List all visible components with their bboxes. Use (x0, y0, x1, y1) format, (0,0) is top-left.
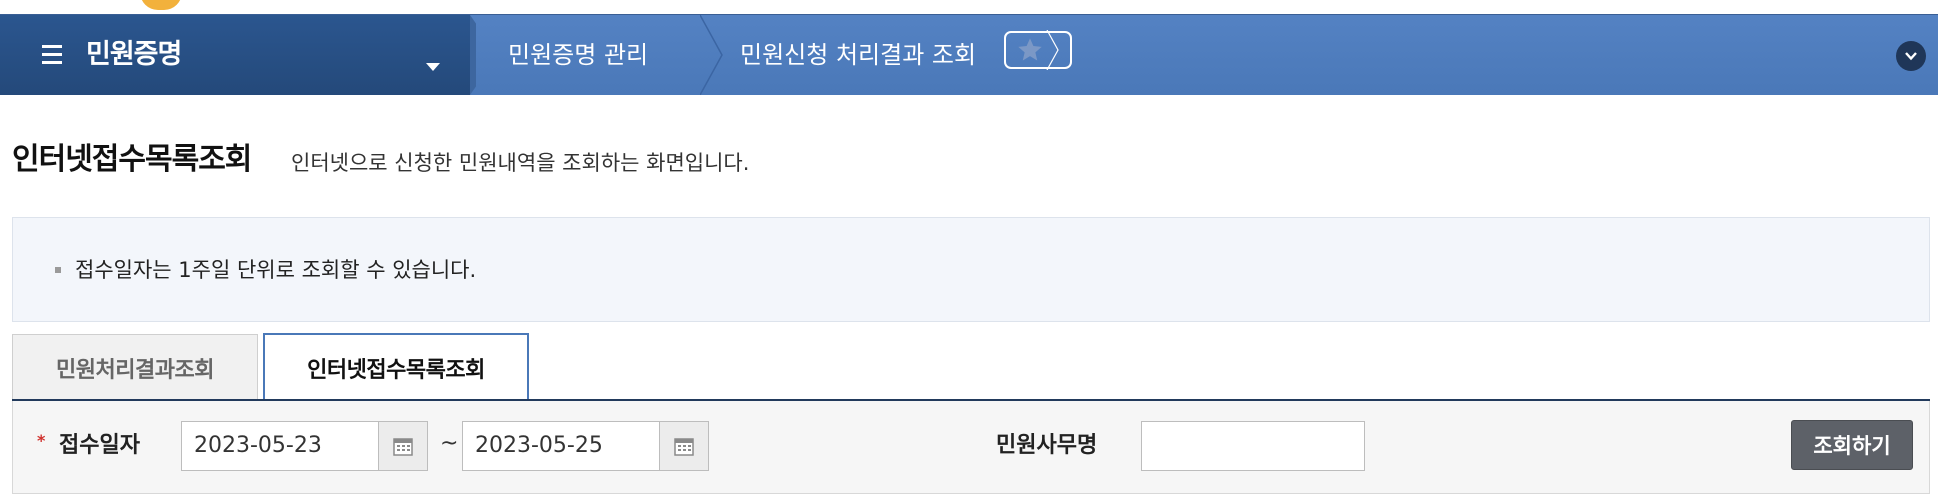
calendar-icon (674, 438, 694, 456)
breadcrumb-separator-icon (700, 15, 723, 95)
required-mark: * (37, 431, 46, 450)
nav-home-menu[interactable] (0, 15, 470, 95)
office-name-label: 민원사무명 (996, 433, 1098, 458)
chevron-down-icon (1905, 52, 1917, 61)
nav-home-title[interactable]: 민원증명 (86, 33, 182, 77)
chevron-down-icon[interactable] (426, 63, 440, 71)
end-date-input[interactable]: 2023-05-25 (462, 421, 660, 471)
page-description: 인터넷으로 신청한 민원내역을 조회하는 화면입니다. (291, 151, 750, 175)
tab-process-result[interactable]: 민원처리결과조회 (12, 334, 258, 400)
end-date-calendar-button[interactable] (659, 421, 709, 471)
bullet-icon (55, 267, 61, 273)
logo-edge (140, 0, 182, 10)
collapse-nav-button[interactable] (1896, 41, 1926, 71)
search-button[interactable]: 조회하기 (1791, 420, 1913, 470)
breadcrumb-item-1[interactable]: 민원증명 관리 (508, 33, 648, 77)
tab-internet-receipt-list[interactable]: 인터넷접수목록조회 (263, 333, 529, 401)
star-icon (1018, 38, 1042, 61)
office-name-input[interactable] (1141, 421, 1365, 471)
start-date-input[interactable]: 2023-05-23 (181, 421, 379, 471)
breadcrumb-separator-icon (1046, 30, 1059, 70)
favorite-button[interactable] (1004, 30, 1072, 70)
receipt-date-label: 접수일자 (59, 433, 140, 458)
top-navigation-bar: 민원증명 민원증명 관리 민원신청 처리결과 조회 (0, 14, 1938, 95)
start-date-calendar-button[interactable] (378, 421, 428, 471)
date-range-separator: ~ (440, 431, 459, 456)
search-panel: * 접수일자 2023-05-23 ~ 2023-05-25 민원사무명 조회하… (12, 401, 1930, 494)
notice-text: 접수일자는 1주일 단위로 조회할 수 있습니다. (75, 258, 477, 282)
calendar-icon (393, 438, 413, 456)
breadcrumb-item-2[interactable]: 민원신청 처리결과 조회 (740, 33, 976, 77)
notice-box: 접수일자는 1주일 단위로 조회할 수 있습니다. (12, 217, 1930, 322)
page-title: 인터넷접수목록조회 (12, 142, 252, 177)
hamburger-menu-icon[interactable] (42, 45, 62, 65)
